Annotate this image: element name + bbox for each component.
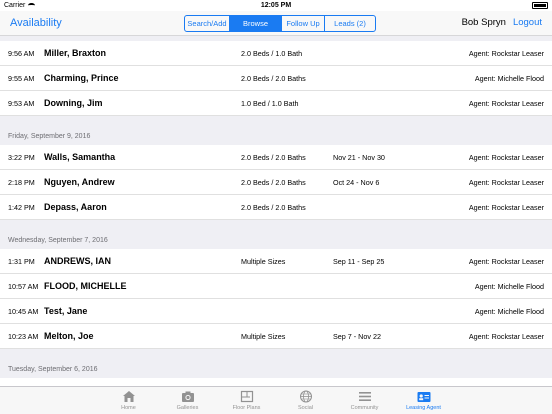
segment-browse[interactable]: Browse xyxy=(230,16,282,31)
lead-agent: Agent: Rockstar Leaser xyxy=(468,48,544,58)
battery-icon xyxy=(532,2,548,9)
lead-units: 2.0 Beds / 2.0 Baths xyxy=(241,73,306,83)
lead-name: Nguyen, Andrew xyxy=(44,177,115,187)
lead-row[interactable]: 9:56 AM Miller, Braxton 2.0 Beds / 1.0 Bat… xyxy=(0,41,552,66)
globe-icon xyxy=(299,390,312,403)
lead-agent: Agent: Michelle Flood xyxy=(474,73,544,83)
lead-agent: Agent: Michelle Flood xyxy=(474,281,544,291)
segment-follow-up[interactable]: Follow Up xyxy=(282,16,325,31)
lead-name: Miller, Braxton xyxy=(44,48,107,58)
lead-agent: Agent: Rockstar Leaser xyxy=(468,256,544,266)
lead-name: Downing, Jim xyxy=(44,98,103,108)
floor-plan-icon xyxy=(240,390,253,403)
lead-dates: Oct 24 - Nov 6 xyxy=(333,177,380,187)
lead-agent: Agent: Rockstar Leaser xyxy=(468,331,544,341)
lead-row[interactable]: 2:18 PM Nguyen, Andrew 2.0 Beds / 2.0 Bath… xyxy=(0,170,552,195)
segment-leads[interactable]: Leads (2) xyxy=(325,16,375,31)
lead-time: 1:31 PM xyxy=(8,256,35,266)
lead-row[interactable]: 10:57 AM FLOOD, MICHELLE Agent: Michelle F… xyxy=(0,274,552,299)
page-title: Availability xyxy=(10,17,62,29)
lead-dates: Sep 7 - Nov 22 xyxy=(333,331,381,341)
navigation-bar: Availability Search/Add Browse Follow Up… xyxy=(0,11,552,36)
lead-name: Walls, Samantha xyxy=(44,152,116,162)
section-header: Wednesday, September 7, 2016 xyxy=(0,220,552,249)
tab-label: Galleries xyxy=(176,405,199,411)
lead-units: Multiple Sizes xyxy=(241,331,286,341)
lead-row[interactable]: 1:42 PM Depass, Aaron 2.0 Beds / 2.0 Baths… xyxy=(0,195,552,220)
lead-row[interactable]: 10:45 AM Test, Jane Agent: Michelle Flood xyxy=(0,299,552,324)
camera-icon xyxy=(181,391,194,402)
tab-home[interactable]: Home xyxy=(99,387,158,414)
lead-agent: Agent: Rockstar Leaser xyxy=(468,202,544,212)
lead-name: FLOOD, MICHELLE xyxy=(44,281,127,291)
lead-time: 9:55 AM xyxy=(8,73,35,83)
tab-label: Home xyxy=(121,405,136,411)
lead-time: 10:23 AM xyxy=(8,331,39,341)
lead-units: 1.0 Bed / 1.0 Bath xyxy=(241,98,299,108)
lead-agent: Agent: Rockstar Leaser xyxy=(468,98,544,108)
lead-row[interactable]: 3:59 PMTest, KyleMultiple SizesSep 7 - S… xyxy=(0,378,552,387)
lead-units: Multiple Sizes xyxy=(241,256,286,266)
tab-label: Leasing Agent xyxy=(406,405,441,411)
lead-units: 2.0 Beds / 2.0 Baths xyxy=(241,202,306,212)
lead-units: 2.0 Beds / 1.0 Bath xyxy=(241,48,303,58)
user-name: Bob Spryn xyxy=(461,17,506,28)
lead-time: 9:56 AM xyxy=(8,48,35,58)
section-header: Tuesday, September 6, 2016 xyxy=(0,349,552,378)
lead-agent: Agent: Rockstar Leaser xyxy=(468,152,544,162)
tab-galleries[interactable]: Galleries xyxy=(158,387,217,414)
segment-search-add[interactable]: Search/Add xyxy=(185,16,230,31)
lead-agent: Agent: Michelle Flood xyxy=(474,306,544,316)
lead-time: 10:57 AM xyxy=(8,281,39,291)
lead-name: Charming, Prince xyxy=(44,73,119,83)
lead-name: Melton, Joe xyxy=(44,331,94,341)
tab-community[interactable]: Community xyxy=(335,387,394,414)
tab-social[interactable]: Social xyxy=(276,387,335,414)
lead-dates: Sep 11 - Sep 25 xyxy=(333,256,385,266)
logout-button[interactable]: Logout xyxy=(513,17,542,28)
list-icon xyxy=(358,392,371,401)
lead-row[interactable]: 9:55 AM Charming, Prince 2.0 Beds / 2.0 Ba… xyxy=(0,66,552,91)
lead-name: ANDREWS, IAN xyxy=(44,256,111,266)
home-icon xyxy=(122,391,135,402)
lead-time: 3:22 PM xyxy=(8,152,35,162)
segmented-control: Search/Add Browse Follow Up Leads (2) xyxy=(184,15,376,32)
section-header: Friday, September 9, 2016 xyxy=(0,116,552,145)
tab-label: Floor Plans xyxy=(232,405,261,411)
tab-floor-plans[interactable]: Floor Plans xyxy=(217,387,276,414)
tab-leasing-agent[interactable]: Leasing Agent xyxy=(394,387,453,414)
id-card-icon xyxy=(417,392,430,402)
lead-time: 2:18 PM xyxy=(8,177,35,187)
tab-label: Social xyxy=(298,405,313,411)
tab-label: Community xyxy=(350,405,379,411)
status-bar: Carrier 12:05 PM xyxy=(0,0,552,11)
lead-row[interactable]: 10:23 AM Melton, Joe Multiple Sizes Sep 7 -… xyxy=(0,324,552,349)
lead-row[interactable]: 1:31 PM ANDREWS, IAN Multiple Sizes Sep 11 … xyxy=(0,249,552,274)
lead-time: 10:45 AM xyxy=(8,306,39,316)
lead-units: 2.0 Beds / 2.0 Baths xyxy=(241,177,306,187)
tab-bar: Home Galleries Floor Plans Social Community L… xyxy=(0,386,552,414)
lead-row[interactable]: 3:22 PM Walls, Samantha 2.0 Beds / 2.0 Bat… xyxy=(0,145,552,170)
lead-agent: Agent: Rockstar Leaser xyxy=(468,177,544,187)
lead-row[interactable]: 9:53 AM Downing, Jim 1.0 Bed / 1.0 Bath Age… xyxy=(0,91,552,116)
status-time: 12:05 PM xyxy=(260,2,292,9)
lead-dates: Nov 21 - Nov 30 xyxy=(333,152,385,162)
lead-name: Test, Jane xyxy=(44,306,88,316)
lead-units: 2.0 Beds / 2.0 Baths xyxy=(241,152,306,162)
leads-list: 9:56 AM Miller, Braxton 2.0 Beds / 1.0 Bat… xyxy=(0,36,552,386)
lead-time: 9:53 AM xyxy=(8,98,35,108)
lead-time: 1:42 PM xyxy=(8,202,35,212)
lead-name: Depass, Aaron xyxy=(44,202,107,212)
